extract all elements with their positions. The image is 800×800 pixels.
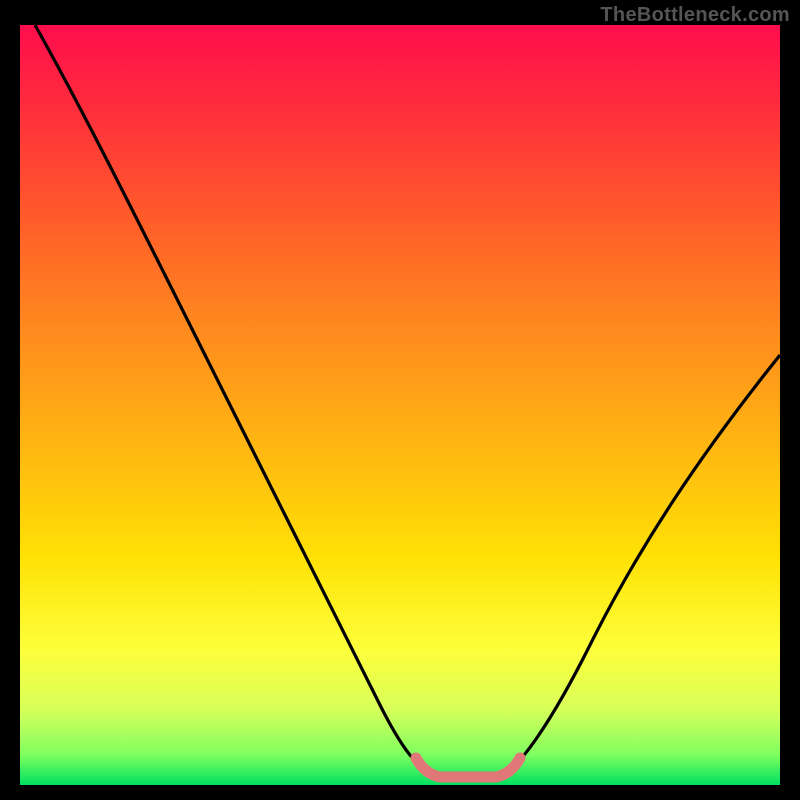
chart-highlight-region bbox=[416, 758, 520, 777]
chart-curve bbox=[35, 25, 780, 776]
chart-stage: TheBottleneck.com bbox=[0, 0, 800, 800]
watermark-text: TheBottleneck.com bbox=[600, 4, 790, 27]
chart-curve-svg bbox=[20, 25, 780, 785]
chart-plot-area bbox=[20, 25, 780, 785]
